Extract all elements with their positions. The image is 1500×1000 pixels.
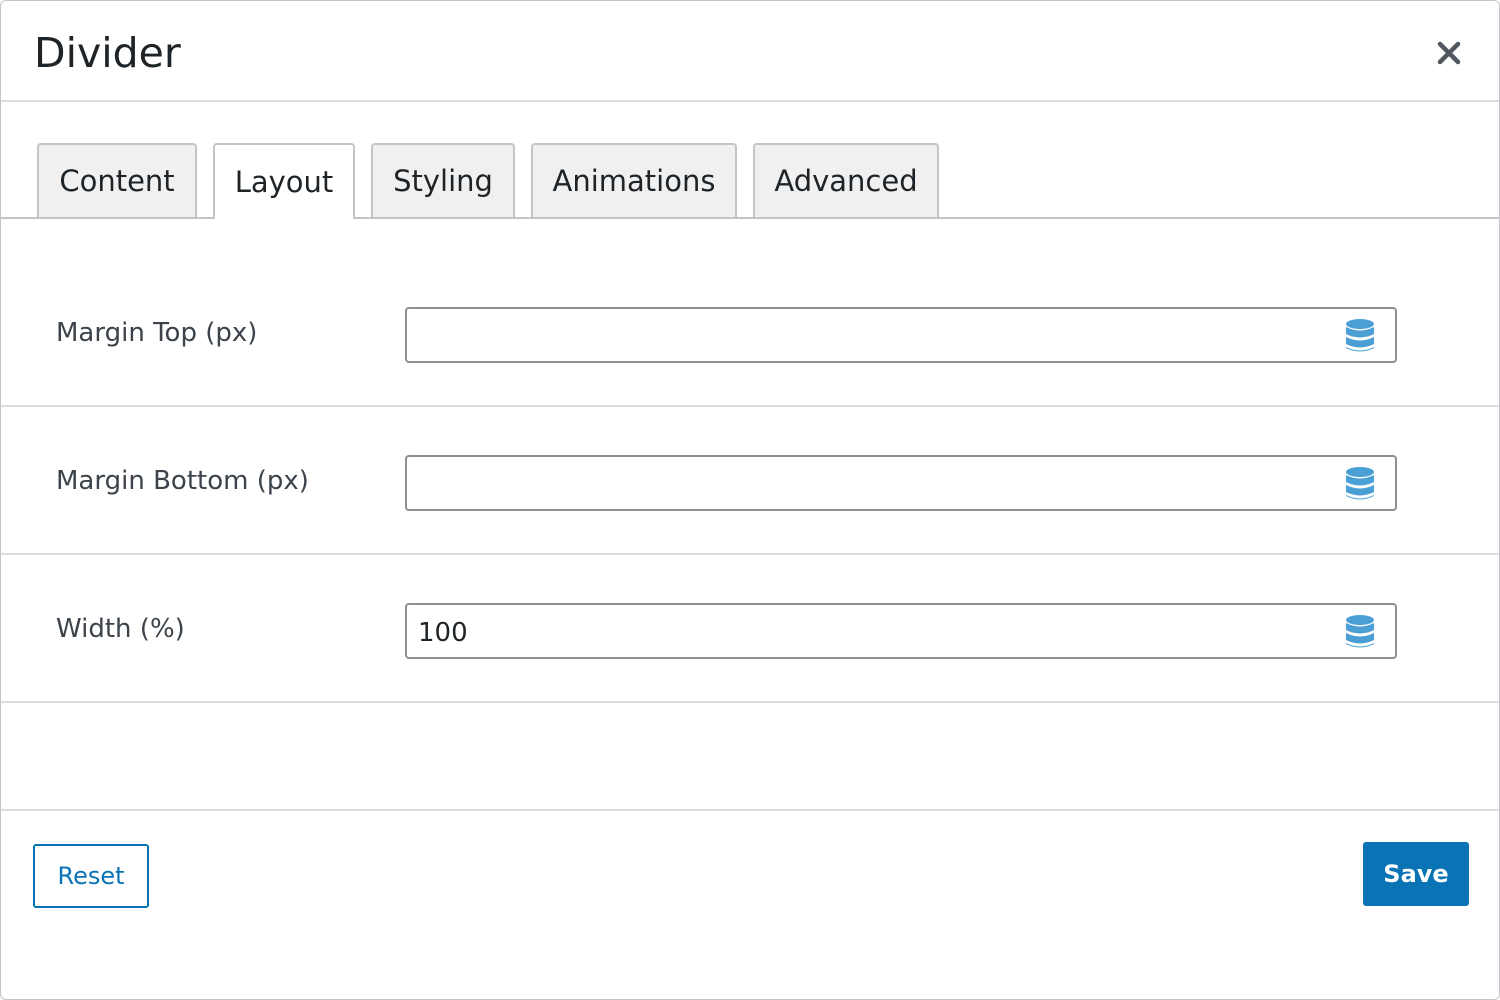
dialog-title: Divider (34, 29, 181, 77)
divider-settings-dialog: Divider Content Layout Styling Animation… (0, 0, 1500, 1000)
tab-bar: Content Layout Styling Animations Advanc… (1, 143, 1499, 219)
width-label: Width (%) (56, 614, 185, 644)
tab-label: Advanced (774, 164, 918, 198)
tab-label: Content (59, 164, 175, 198)
save-button[interactable]: Save (1363, 842, 1469, 906)
tab-styling[interactable]: Styling (371, 143, 515, 217)
margin-bottom-field (405, 455, 1397, 511)
margin-top-row: Margin Top (px) (1, 259, 1499, 407)
width-input[interactable] (407, 605, 1327, 657)
dialog-header: Divider (1, 1, 1499, 102)
tab-label: Layout (234, 165, 334, 199)
close-icon (1437, 41, 1461, 65)
tab-animations[interactable]: Animations (531, 143, 737, 217)
width-field (405, 603, 1397, 659)
tab-layout[interactable]: Layout (213, 143, 355, 219)
database-icon[interactable] (1343, 466, 1377, 502)
margin-top-input[interactable] (407, 309, 1327, 361)
tab-label: Animations (552, 164, 716, 198)
tab-advanced[interactable]: Advanced (753, 143, 939, 217)
margin-bottom-row: Margin Bottom (px) (1, 407, 1499, 555)
margin-top-field (405, 307, 1397, 363)
margin-bottom-input[interactable] (407, 457, 1327, 509)
database-icon[interactable] (1343, 318, 1377, 354)
database-icon[interactable] (1343, 614, 1377, 650)
reset-button[interactable]: Reset (33, 844, 149, 908)
margin-top-label: Margin Top (px) (56, 318, 258, 348)
dialog-footer: Reset Save (1, 809, 1499, 999)
margin-bottom-label: Margin Bottom (px) (56, 466, 309, 496)
tab-label: Styling (393, 164, 493, 198)
close-button[interactable] (1429, 33, 1469, 73)
width-row: Width (%) (1, 555, 1499, 703)
tab-content[interactable]: Content (37, 143, 197, 217)
